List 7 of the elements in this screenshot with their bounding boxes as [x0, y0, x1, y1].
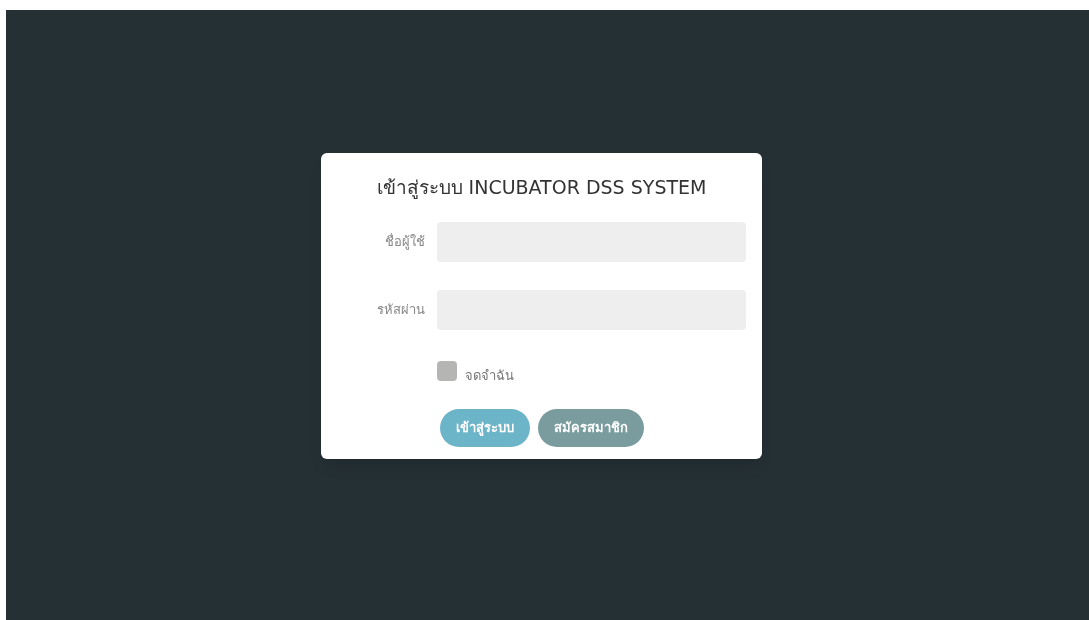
- form-title: เข้าสู่ระบบ INCUBATOR DSS SYSTEM: [375, 175, 708, 201]
- login-button[interactable]: เข้าสู่ระบบ: [439, 409, 530, 447]
- register-button[interactable]: สมัครสมาชิก: [537, 409, 644, 447]
- checkbox-label: จดจำฉัน: [465, 366, 514, 385]
- field-label: ชื่อผู้ใช้: [384, 232, 426, 252]
- checkbox[interactable]: [437, 361, 457, 382]
- field-label: รหัสผ่าน: [376, 300, 426, 319]
